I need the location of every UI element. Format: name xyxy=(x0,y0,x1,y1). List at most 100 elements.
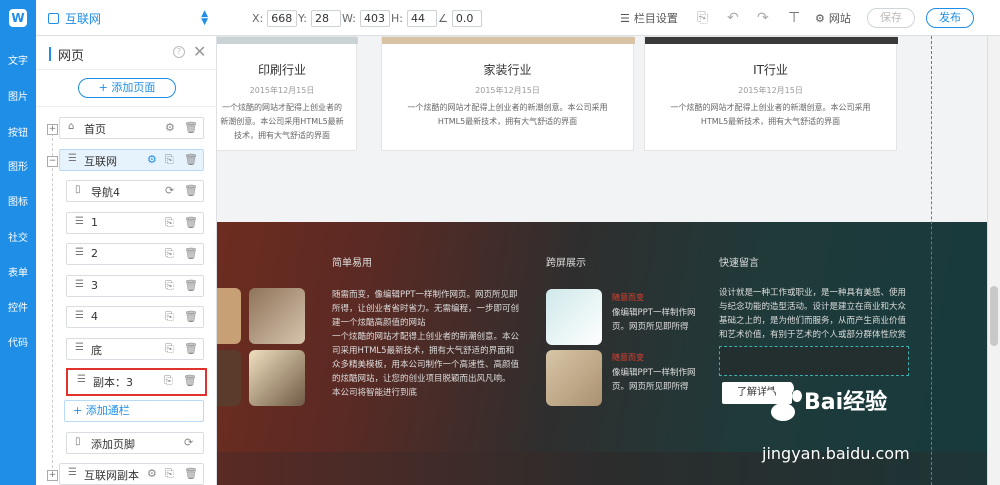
logo-icon: W xyxy=(9,9,27,27)
nav-control[interactable]: 控件 xyxy=(0,299,36,314)
gear-icon[interactable]: ⚙ xyxy=(147,467,157,480)
refresh-icon[interactable]: ⟳ xyxy=(184,436,193,449)
copy-icon[interactable]: ⎘ xyxy=(165,310,174,324)
card-date: 2015年12月15日 xyxy=(475,86,540,95)
plus-icon: + xyxy=(98,81,112,94)
photo-thumb xyxy=(217,350,241,406)
nav-image[interactable]: 图片 xyxy=(0,88,36,103)
card-it[interactable]: IT行业 2015年12月15日 一个炫酷的网站才配得上创业者的新潮创意。本公司… xyxy=(644,36,898,151)
vertical-scrollbar[interactable] xyxy=(987,36,1000,485)
rotate-input[interactable]: 0.0 xyxy=(451,10,482,27)
nav-social[interactable]: 社交 xyxy=(0,229,36,244)
gear-icon[interactable]: ⚙ xyxy=(165,121,175,134)
footer-col2-text: 像编辑PPT一样制作网页。网页所见即所得 xyxy=(612,368,696,392)
site-icon xyxy=(48,12,59,24)
tree-node-home[interactable]: ⌂ 首页 ⚙ 🗑 xyxy=(59,117,204,139)
watermark-url: jingyan.baidu.com xyxy=(762,444,910,463)
tree-node-1[interactable]: ☰ 1 ⎘ 🗑 xyxy=(66,212,204,234)
card-date: 2015年12月15日 xyxy=(249,86,315,95)
copy-icon[interactable]: ⎘ xyxy=(165,247,174,261)
trash-icon[interactable]: 🗑 xyxy=(184,279,198,292)
close-icon[interactable]: ✕ xyxy=(193,42,206,61)
bookmark-icon: ▯ xyxy=(75,184,81,195)
card-desc: 一个炫酷的网站才配得上创业者的新潮创意。本公司采用HTML5最新技术，拥有大气舒… xyxy=(407,103,608,126)
card-desc: 一个炫酷的网站才配得上创业者的新潮创意。本公司采用HTML5最新技术，拥有大气舒… xyxy=(670,103,871,126)
align-icon[interactable]: ⊤ xyxy=(788,0,800,36)
highlight-box xyxy=(66,368,207,396)
expand-icon[interactable]: + xyxy=(47,124,58,135)
redo-icon[interactable]: ↷ xyxy=(757,0,769,36)
copy-icon[interactable]: ⎘ xyxy=(165,467,174,481)
copy-icon[interactable]: ⎘ xyxy=(165,153,174,167)
gear-icon[interactable]: ⚙ xyxy=(147,153,157,166)
paw-icon xyxy=(765,382,802,421)
tree-node-4[interactable]: ☰ 4 ⎘ 🗑 xyxy=(66,306,204,328)
nav-shape[interactable]: 图形 xyxy=(0,158,36,173)
width-input[interactable]: 403 xyxy=(359,10,390,27)
collapse-icon[interactable]: − xyxy=(47,156,58,167)
nav-button[interactable]: 按钮 xyxy=(0,124,36,139)
card-title: 印刷行业 xyxy=(257,63,306,77)
trash-icon[interactable]: 🗑 xyxy=(184,310,198,323)
help-icon[interactable]: ? xyxy=(173,46,185,58)
trash-icon[interactable]: 🗑 xyxy=(184,247,198,260)
nav-form[interactable]: 表单 xyxy=(0,264,36,279)
bookmark-icon: ▯ xyxy=(75,436,81,447)
list-icon: ☰ xyxy=(620,11,630,25)
card-decoration[interactable]: 家装行业 2015年12月15日 一个炫酷的网站才配得上创业者的新潮创意。本公司… xyxy=(381,36,635,151)
tree-node-bottom[interactable]: ☰ 底 ⎘ 🗑 xyxy=(66,338,204,360)
copy-icon[interactable]: ⎘ xyxy=(697,0,708,36)
nav-text[interactable]: 文字 xyxy=(0,52,36,67)
height-input[interactable]: 44 xyxy=(406,10,437,27)
x-coordinate: X: 668 xyxy=(252,10,298,27)
refresh-icon[interactable]: ⟳ xyxy=(165,184,174,197)
nav-code[interactable]: 代码 xyxy=(0,334,36,349)
trash-icon[interactable]: 🗑 xyxy=(184,216,198,229)
top-toolbar: W 互联网 ▲ ▼ X: 668 Y: 28 W: 403 H: 44 ∠ 0.0… xyxy=(0,0,1000,36)
red-tag: 随意而变 xyxy=(612,293,644,302)
copy-icon[interactable]: ⎘ xyxy=(165,342,174,356)
trash-icon[interactable]: 🗑 xyxy=(184,184,198,197)
tree-node-internet-copy[interactable]: ☰ 互联网副本 ⚙ ⎘ 🗑 xyxy=(59,463,204,485)
message-input[interactable] xyxy=(719,346,909,376)
tree-node-nav4[interactable]: ▯ 导航4 ⟳ 🗑 xyxy=(66,180,204,202)
tree-node-3[interactable]: ☰ 3 ⎘ 🗑 xyxy=(66,275,204,297)
column-settings-button[interactable]: ☰ 栏目设置 xyxy=(620,0,678,36)
gear-icon: ⚙ xyxy=(815,11,825,25)
trash-icon[interactable]: 🗑 xyxy=(184,121,198,134)
footer-col2-text: 像编辑PPT一样制作网页。网页所见即所得 xyxy=(612,308,696,332)
publish-button[interactable]: 发布 xyxy=(926,8,974,28)
red-tag: 随意而变 xyxy=(612,353,644,362)
undo-icon[interactable]: ↶ xyxy=(727,0,739,36)
copy-icon[interactable]: ⎘ xyxy=(165,279,174,293)
nav-icon[interactable]: 图标 xyxy=(0,193,36,208)
menu-icon: ☰ xyxy=(75,342,84,353)
left-nav: 文字 图片 按钮 图形 图标 社交 表单 控件 代码 xyxy=(0,36,36,485)
add-page-button[interactable]: + 添加页面 xyxy=(78,78,176,98)
app-logo[interactable]: W xyxy=(0,0,36,36)
tree-node-internet[interactable]: ☰ 互联网 ⚙ ⎘ 🗑 xyxy=(59,149,204,171)
angle-icon: ∠ xyxy=(438,12,448,25)
site-selector[interactable]: 互联网 ▲ ▼ xyxy=(48,8,208,28)
trash-icon[interactable]: 🗑 xyxy=(184,153,198,166)
add-footer-button[interactable]: ▯ 添加页脚 ⟳ xyxy=(66,432,204,454)
card-title: 家装行业 xyxy=(483,63,532,77)
save-button[interactable]: 保存 xyxy=(867,8,915,28)
expand-icon[interactable]: + xyxy=(47,470,58,481)
x-input[interactable]: 668 xyxy=(267,10,298,27)
trash-icon[interactable]: 🗑 xyxy=(184,342,198,355)
menu-icon: ☰ xyxy=(75,216,84,227)
panel-title: 网页 xyxy=(58,49,85,64)
copy-icon[interactable]: ⎘ xyxy=(165,216,174,230)
y-input[interactable]: 28 xyxy=(310,10,341,27)
menu-icon: ☰ xyxy=(75,247,84,258)
y-coordinate: Y: 28 xyxy=(298,10,341,27)
scroll-thumb[interactable] xyxy=(990,286,998,346)
menu-icon: ☰ xyxy=(75,310,84,321)
site-name: 互联网 xyxy=(65,11,102,26)
website-settings-button[interactable]: ⚙ 网站 xyxy=(815,0,851,36)
tree-node-2[interactable]: ☰ 2 ⎘ 🗑 xyxy=(66,243,204,265)
trash-icon[interactable]: 🗑 xyxy=(184,467,198,480)
add-channel-button[interactable]: + 添加通栏 xyxy=(64,400,204,422)
card-printing[interactable]: 印刷行业 2015年12月15日 一个炫酷的网站才配得上创业者的新潮创意。本公司… xyxy=(217,36,358,151)
